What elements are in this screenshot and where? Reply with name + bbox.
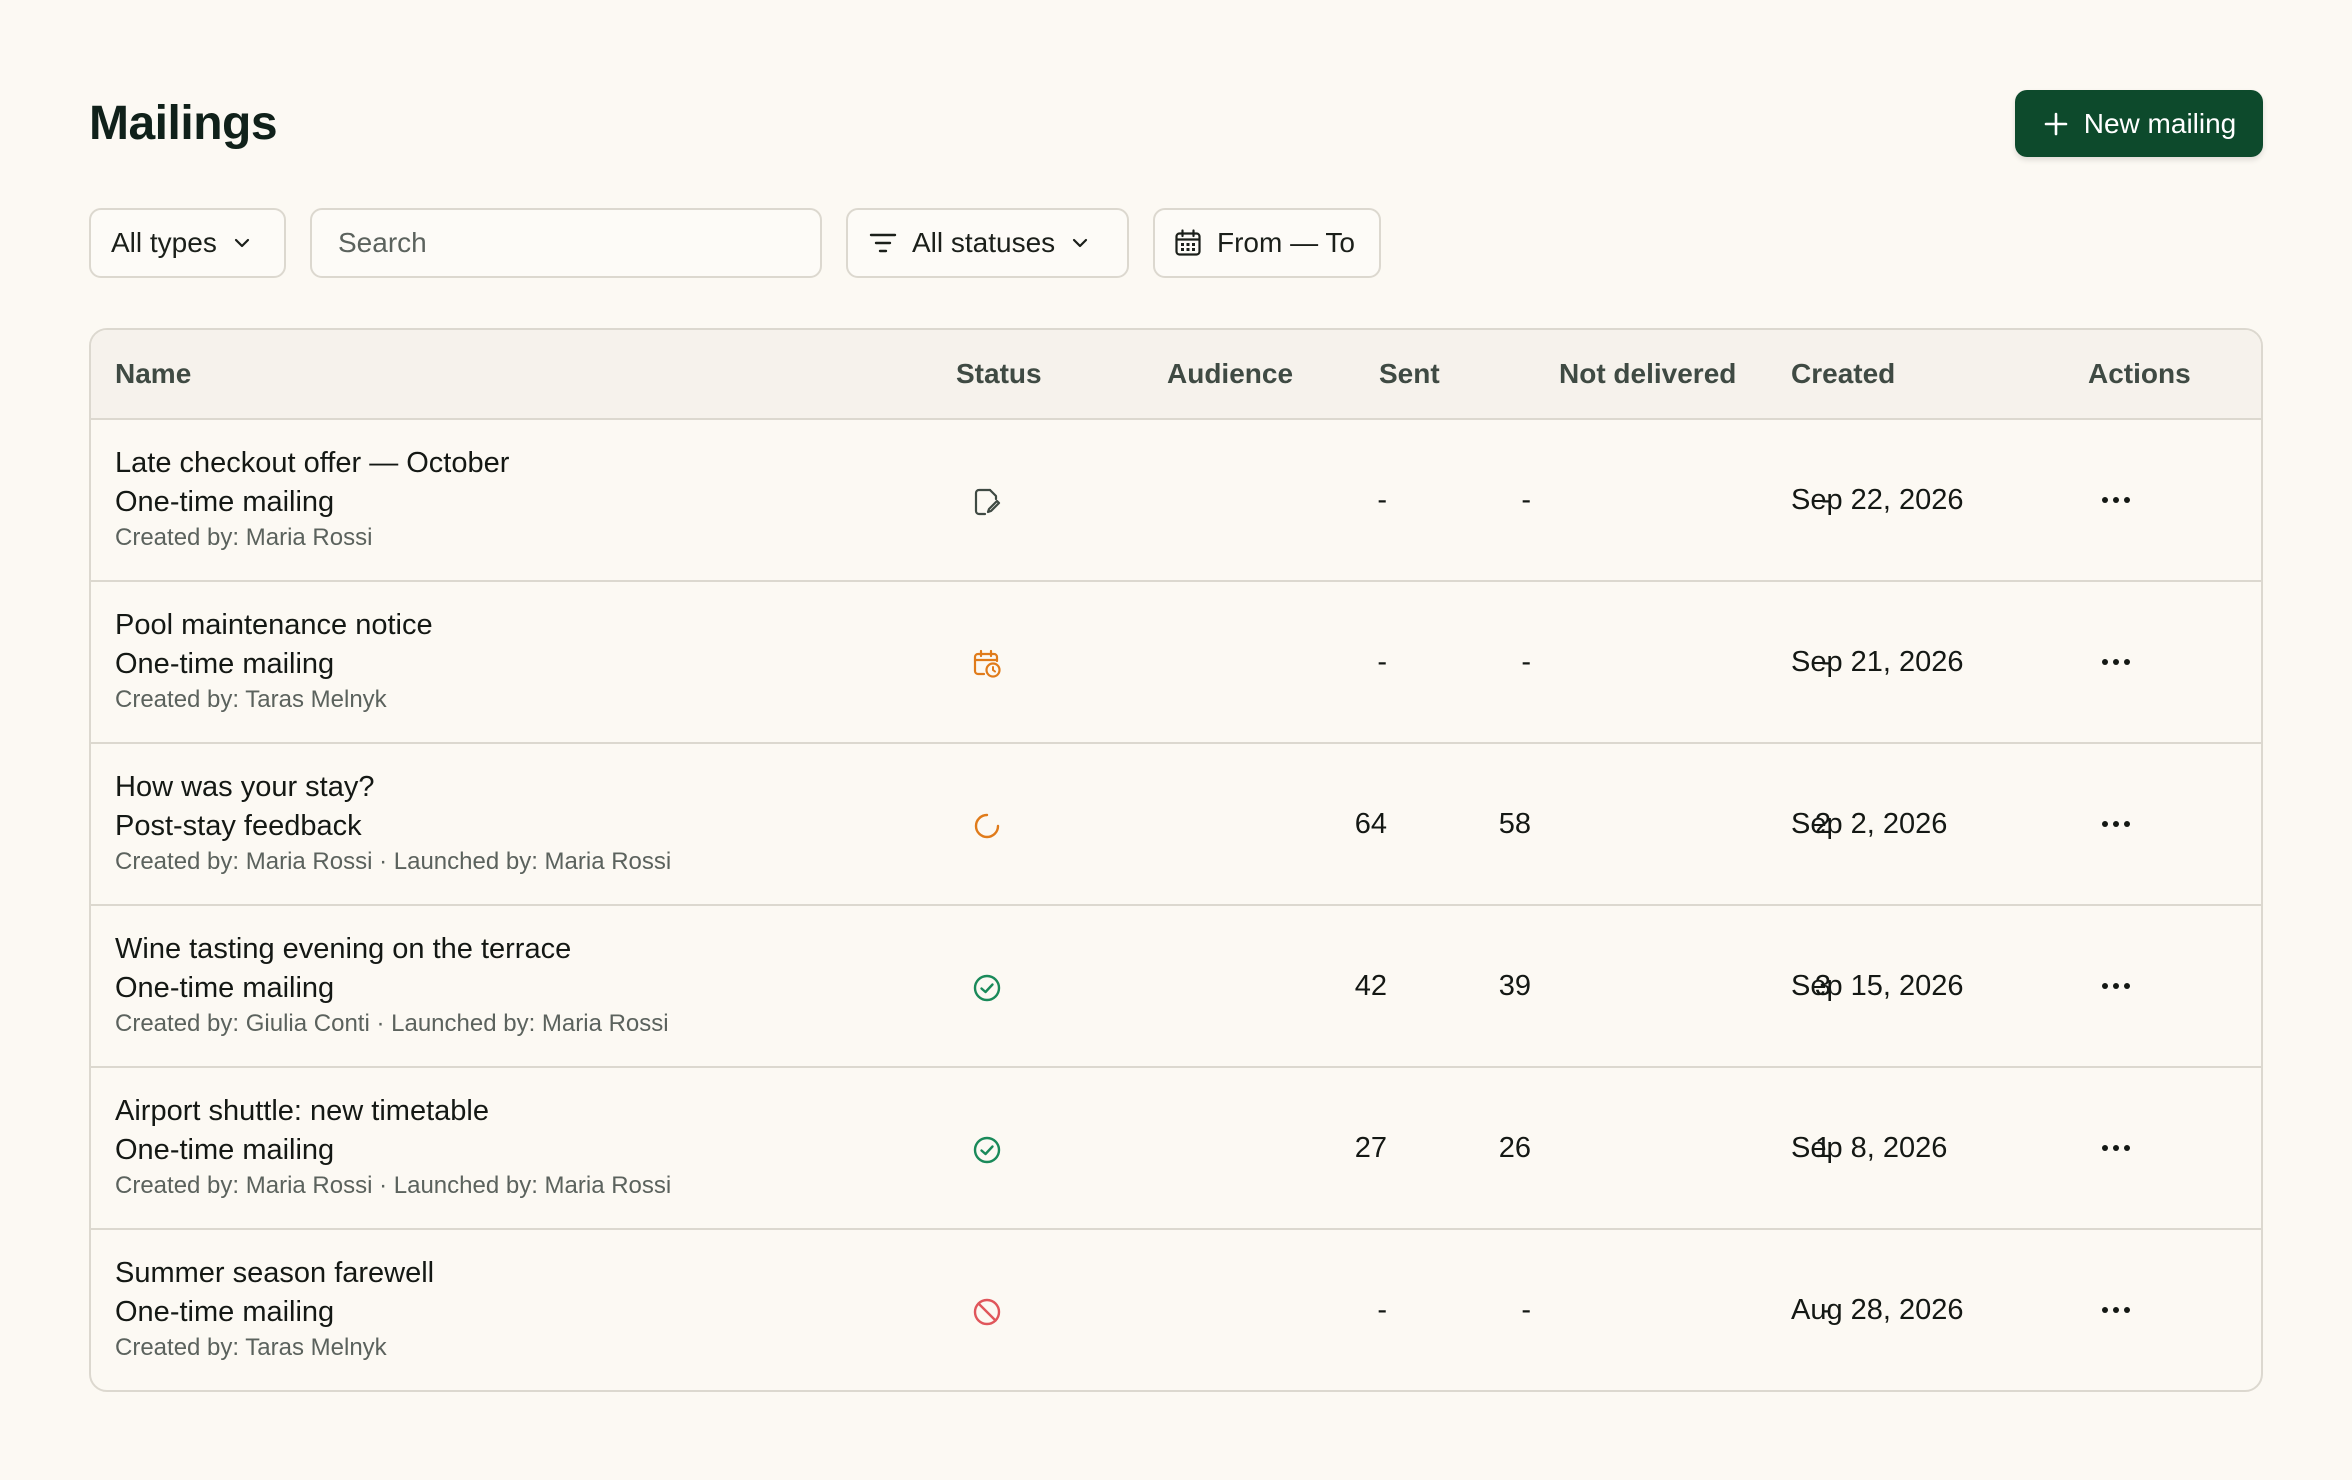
in-progress-icon xyxy=(967,806,1007,846)
page-header: Mailings New mailing xyxy=(89,90,2263,158)
mailing-name-cell: Wine tasting evening on the terrace One-… xyxy=(115,930,669,1040)
type-filter-dropdown[interactable]: All types xyxy=(89,208,286,278)
mailing-name-cell: Pool maintenance notice One-time mailing… xyxy=(115,606,433,716)
draft-icon xyxy=(967,482,1007,522)
table-row[interactable]: How was your stay? Post-stay feedback Cr… xyxy=(91,744,2261,906)
mailings-table: Name Status Audience Sent Not delivered … xyxy=(89,328,2263,1392)
more-actions-icon[interactable] xyxy=(2091,642,2141,682)
mailing-title: Late checkout offer — October xyxy=(115,447,510,479)
mailing-name-cell: Summer season farewell One-time mailing … xyxy=(115,1254,434,1364)
column-header-actions: Actions xyxy=(2088,358,2191,389)
column-header-created: Created xyxy=(1791,358,1896,389)
mailing-title: Pool maintenance notice xyxy=(115,609,433,641)
mailing-title: Wine tasting evening on the terrace xyxy=(115,933,572,965)
chevron-down-icon xyxy=(1069,232,1091,254)
search-field[interactable] xyxy=(310,208,822,278)
status-filter-label: All statuses xyxy=(912,227,1056,258)
mailing-type: One-time mailing xyxy=(115,972,335,1004)
plus-icon xyxy=(2042,110,2070,138)
filter-bar: All types All statuses xyxy=(89,208,2263,280)
more-actions-icon[interactable] xyxy=(2091,1128,2141,1168)
created-date: Aug 28, 2026 xyxy=(1791,1294,1964,1326)
created-date: Sep 2, 2026 xyxy=(1791,808,1948,840)
mailing-title: Airport shuttle: new timetable xyxy=(115,1095,489,1127)
mailing-title: Summer season farewell xyxy=(115,1257,435,1289)
created-date: Sep 22, 2026 xyxy=(1791,484,1964,516)
table-row[interactable]: Airport shuttle: new timetable One-time … xyxy=(91,1068,2261,1230)
search-input[interactable] xyxy=(336,226,800,260)
type-filter-label: All types xyxy=(111,227,217,258)
column-header-sent: Sent xyxy=(1379,358,1440,389)
mailing-type: Post-stay feedback xyxy=(115,810,362,842)
table-row[interactable]: Late checkout offer — October One-time m… xyxy=(91,420,2261,582)
table-row[interactable]: Wine tasting evening on the terrace One-… xyxy=(91,906,2261,1068)
new-mailing-button[interactable]: New mailing xyxy=(2015,90,2263,157)
table-header: Name Status Audience Sent Not delivered … xyxy=(91,330,2261,420)
cancelled-icon xyxy=(967,1292,1007,1332)
mailing-type: One-time mailing xyxy=(115,486,335,518)
column-header-not-delivered: Not delivered xyxy=(1559,358,1737,389)
more-actions-icon[interactable] xyxy=(2091,1290,2141,1330)
mailing-meta: Created by: Taras Melnyk xyxy=(115,1334,387,1361)
more-actions-icon[interactable] xyxy=(2091,480,2141,520)
mailing-meta: Created by: Taras Melnyk xyxy=(115,686,387,713)
chevron-down-icon xyxy=(231,232,253,254)
created-date: Sep 8, 2026 xyxy=(1791,1132,1948,1164)
date-range-label: From — To xyxy=(1217,227,1355,258)
created-date: Sep 15, 2026 xyxy=(1791,970,1964,1002)
mailing-type: One-time mailing xyxy=(115,648,335,680)
date-range-picker[interactable]: From — To xyxy=(1153,208,1381,278)
sent-value: - xyxy=(1521,1294,1531,1326)
created-date: Sep 21, 2026 xyxy=(1791,646,1964,678)
more-actions-icon[interactable] xyxy=(2091,966,2141,1006)
status-filter-dropdown[interactable]: All statuses xyxy=(846,208,1129,278)
mailing-name-cell: How was your stay? Post-stay feedback Cr… xyxy=(115,768,671,878)
new-mailing-label: New mailing xyxy=(2083,107,2237,139)
table-row[interactable]: Summer season farewell One-time mailing … xyxy=(91,1230,2261,1390)
mailing-meta: Created by: Maria Rossi · Launched by: M… xyxy=(115,848,672,875)
mailing-type: One-time mailing xyxy=(115,1134,335,1166)
sent-value: 26 xyxy=(1498,1132,1531,1164)
column-header-audience: Audience xyxy=(1167,358,1294,389)
sent-value: - xyxy=(1521,484,1531,516)
completed-icon xyxy=(967,968,1007,1008)
column-header-name: Name xyxy=(115,358,192,389)
page-title: Mailings xyxy=(89,97,278,150)
mailing-meta: Created by: Giulia Conti · Launched by: … xyxy=(115,1010,669,1037)
mailing-meta: Created by: Maria Rossi xyxy=(115,524,373,551)
completed-icon xyxy=(967,1130,1007,1170)
sent-value: 39 xyxy=(1498,970,1531,1002)
scheduled-icon xyxy=(967,644,1007,684)
mailing-name-cell: Late checkout offer — October One-time m… xyxy=(115,444,509,554)
calendar-icon xyxy=(1173,228,1203,258)
mailing-name-cell: Airport shuttle: new timetable One-time … xyxy=(115,1092,671,1202)
filter-icon xyxy=(868,228,898,258)
column-header-status: Status xyxy=(956,358,1042,389)
mailing-title: How was your stay? xyxy=(115,771,375,803)
sent-value: 58 xyxy=(1498,808,1531,840)
more-actions-icon[interactable] xyxy=(2091,804,2141,844)
sent-value: - xyxy=(1521,646,1531,678)
mailing-type: One-time mailing xyxy=(115,1296,335,1328)
mailing-meta: Created by: Maria Rossi · Launched by: M… xyxy=(115,1172,672,1199)
table-row[interactable]: Pool maintenance notice One-time mailing… xyxy=(91,582,2261,744)
